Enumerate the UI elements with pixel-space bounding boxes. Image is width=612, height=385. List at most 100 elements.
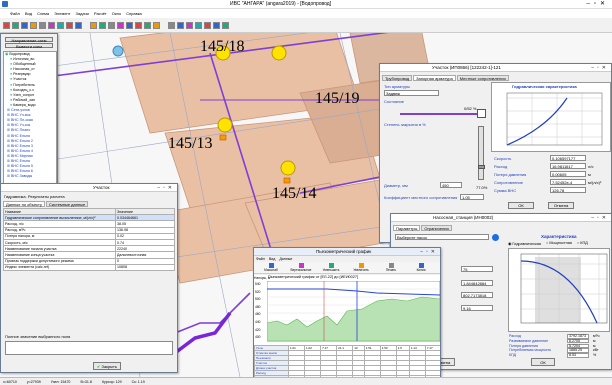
map-label-14513: 145/13 — [168, 135, 212, 152]
toolbar-button-icon[interactable] — [204, 22, 211, 29]
toolbar-button-icon[interactable] — [195, 22, 202, 29]
toolbar-button-icon[interactable] — [21, 22, 28, 29]
mid-field-4[interactable]: 9.16 — [461, 305, 493, 311]
toolbar-button-icon[interactable] — [99, 22, 106, 29]
close-button[interactable]: ✔ Закрыть — [93, 362, 121, 370]
pump-param-unit: кВт — [593, 348, 599, 353]
pump-select[interactable]: Выберите насос — [395, 234, 489, 240]
valve-chart-svg — [506, 92, 603, 146]
piezo-toolbar-button[interactable]: Копия — [408, 263, 434, 272]
mid-field-1[interactable]: 75 — [461, 266, 493, 272]
toolbar-button-icon[interactable] — [186, 22, 193, 29]
direction-button[interactable]: Направление схем — [5, 37, 53, 43]
check-icon: ✔ — [97, 364, 101, 369]
toolbar-button-icon[interactable] — [48, 22, 55, 29]
section-ok-button[interactable]: ОК — [508, 202, 534, 209]
toolbar-button-icon[interactable] — [177, 22, 184, 29]
toolbar-button-icon[interactable] — [144, 22, 151, 29]
pump-ok-button[interactable]: ОК — [531, 358, 555, 366]
mid-field-3[interactable]: 802.7173818 — [461, 292, 493, 298]
toolbar-button-icon[interactable] — [108, 22, 115, 29]
loss-field[interactable]: 0.00605 — [550, 171, 586, 177]
pump-param-value[interactable]: 8.53 — [567, 353, 589, 358]
tab-system-data[interactable]: Системные данные — [45, 201, 89, 207]
toolbar-button-icon[interactable] — [66, 22, 73, 29]
pump-chart-title: Характеристика — [541, 234, 577, 239]
play-icon[interactable] — [492, 234, 499, 241]
toolbar-button-icon[interactable] — [117, 22, 124, 29]
scheme-tree[interactable]: ▣ Водопровод ● Источник_во ● Обобщенный ● Н… — [3, 51, 57, 187]
table-cell: Индекс элемента (calc-ref) — [3, 263, 116, 271]
full-value-field[interactable] — [5, 341, 173, 355]
menu-scheme[interactable]: Схема — [37, 11, 49, 16]
toolbar-button-icon[interactable] — [168, 22, 175, 29]
section-cancel-button[interactable]: Отмена — [548, 202, 574, 209]
radio-power[interactable]: ○ Мощностная — [546, 241, 572, 246]
kvs-field[interactable]: 126.78 — [550, 187, 586, 193]
piezo-toolbar-button[interactable]: Увеличить — [348, 263, 374, 272]
table-row[interactable]: Индекс элемента (calc-ref) 10808 — [3, 263, 175, 271]
radio-efficiency[interactable]: ○ КПД — [577, 241, 588, 246]
junction-node[interactable] — [112, 45, 124, 57]
toolbar-button-icon[interactable] — [30, 22, 37, 29]
tab-parameters[interactable]: Параметры — [393, 225, 421, 231]
toolbar-button-icon[interactable] — [12, 22, 19, 29]
piezo-menu-view[interactable]: Вид — [269, 257, 276, 261]
pump-params: Расход 3792.1873 м³/ч Развиваемое давление 6… — [509, 334, 609, 358]
valve-type-select[interactable]: Задвиж — [384, 90, 439, 96]
menu-element[interactable]: Элемент — [54, 11, 70, 16]
results-table[interactable]: Название Значение Гидравлическое сопротивл… — [3, 207, 175, 271]
diameter-field[interactable]: 450 — [440, 182, 462, 188]
toolbar-button-icon[interactable] — [3, 22, 10, 29]
closure-slider-thumb[interactable] — [478, 165, 485, 169]
chart-mode-radios[interactable]: ◉ Гидравлическая ○ Мощностная ○ КПД — [508, 241, 588, 246]
piezo-toolbar-button[interactable]: Уменьшить — [318, 263, 344, 272]
window-controls[interactable]: –▫✕ — [587, 0, 610, 7]
piezo-toolbar-button[interactable]: Масштаб — [258, 263, 284, 272]
pump-param-label: Расход — [509, 334, 521, 338]
menu-view[interactable]: Вид — [25, 11, 32, 16]
piezo-toolbar: Масштаб Вертикальное Уменьшить Увеличить Печ… — [254, 262, 440, 274]
menu-calc[interactable]: Расчёт — [94, 11, 107, 16]
closure-slider[interactable] — [478, 126, 485, 180]
toolbar-button-icon[interactable] — [135, 22, 142, 29]
toolbar-button-icon[interactable] — [75, 22, 82, 29]
toolbar-button-icon[interactable] — [39, 22, 46, 29]
menu-tasks[interactable]: Задачи — [75, 11, 88, 16]
pump-param-unit: м — [593, 338, 596, 343]
tab-limits[interactable]: Ограничения — [421, 225, 452, 231]
pump-param-label: Потеря давления — [509, 343, 538, 348]
piezo-toolbar-button[interactable]: Печать — [378, 263, 404, 272]
piezo-menu-data[interactable]: Данные — [279, 257, 292, 261]
flow-label: Расход — [494, 164, 508, 169]
y-tick-label: 480 — [255, 304, 261, 309]
menu-window[interactable]: Окно — [112, 11, 121, 16]
piezo-menu-file[interactable]: Файл — [256, 257, 265, 261]
menu-help[interactable]: Справка — [126, 11, 142, 16]
resistance-field[interactable]: 7.52452e-4 — [550, 179, 586, 185]
pump-param-label: КПД — [509, 353, 517, 358]
piezo-toolbar-button[interactable]: Вертикальное — [288, 263, 314, 272]
speed-field[interactable]: 0.106597177 — [550, 155, 586, 161]
tab-local-resistances[interactable]: Местные сопротивления — [456, 75, 509, 81]
piezo-table[interactable]: Узлы 1.01 1.02 7.17 21.1 13 1.51 1.53 1.5 1.14 7.1… — [254, 345, 440, 381]
toolbar-button-icon[interactable] — [222, 22, 229, 29]
main-title-bar: ИВС "АНГАРА" (angara2019) - [Водопровод]… — [0, 0, 612, 9]
toolbar-button-icon[interactable] — [153, 22, 160, 29]
flow-field[interactable]: 16.9811617 — [550, 163, 586, 169]
toolbar-button-icon[interactable] — [126, 22, 133, 29]
pump-param-unit: % — [593, 353, 597, 358]
radio-hydraulic[interactable]: ◉ Гидравлическая — [508, 241, 541, 246]
mid-field-2[interactable]: 1.844842884 — [461, 280, 493, 286]
menu-file[interactable]: Файл — [10, 11, 20, 16]
show-schemes-button[interactable]: Вывести схем — [5, 43, 53, 49]
tree-item[interactable]: ⊞ ВНС Заводы — [4, 174, 56, 179]
toolbar-button-icon[interactable] — [57, 22, 64, 29]
tab-valves[interactable]: Запорная арматура — [413, 75, 456, 81]
toolbar-button-icon[interactable] — [90, 22, 97, 29]
toolbar-button-icon[interactable] — [213, 22, 220, 29]
coefficient-field[interactable]: 1.05 — [460, 194, 484, 200]
tab-pipeline[interactable]: Трубопровод — [382, 75, 413, 81]
tab-object-data[interactable]: Данные по объекту — [3, 201, 45, 207]
piezo-graph-title: Пьезометрический график от [ЕЛ-22] до [И… — [268, 275, 359, 279]
